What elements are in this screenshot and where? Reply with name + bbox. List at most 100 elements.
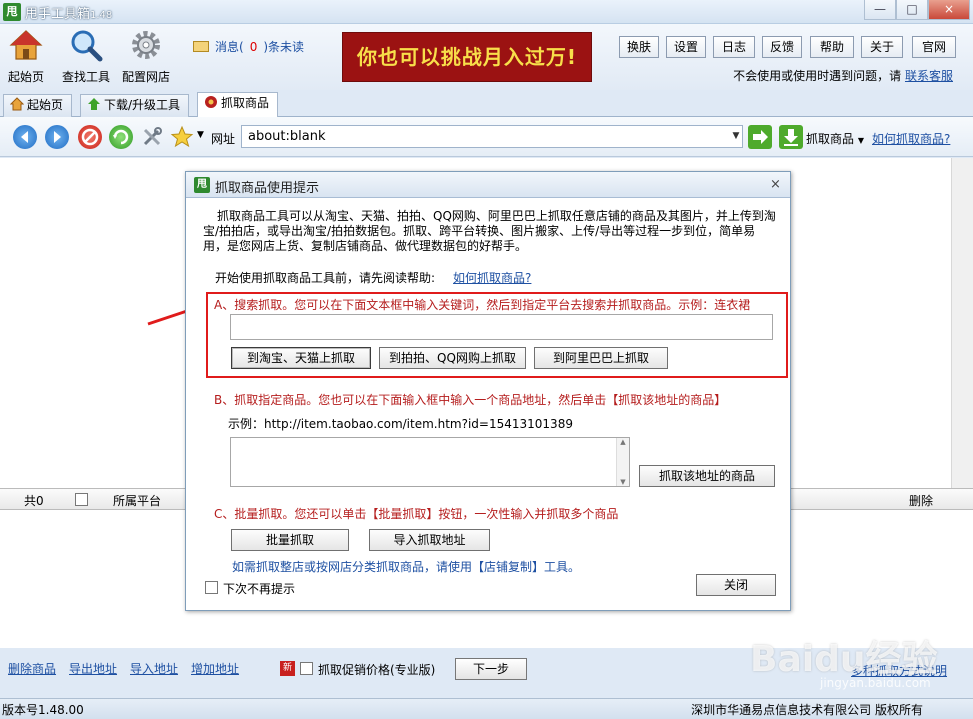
tab-grab-label: 抓取商品 [221, 96, 270, 110]
grab-alibaba-button[interactable]: 到阿里巴巴上抓取 [534, 347, 668, 369]
new-badge: 新 [280, 661, 295, 676]
go-arrow-icon[interactable] [748, 125, 772, 149]
forward-arrow-icon[interactable] [45, 125, 69, 149]
promo-banner[interactable]: 你也可以挑战月入过万! [342, 32, 592, 82]
dialog-intro-text: 抓取商品工具可以从淘宝、天猫、拍拍、QQ网购、阿里巴巴上抓取任意店铺的商品及其图… [203, 209, 776, 253]
find-tools-label: 查找工具 [61, 70, 110, 84]
url-input[interactable] [241, 125, 743, 148]
dialog-logo-icon: 甩 [194, 177, 210, 193]
tab-home-label: 起始页 [27, 98, 64, 112]
app-version: 1.48 [90, 10, 113, 21]
maximize-button[interactable]: □ [896, 0, 928, 20]
dialog-close-button[interactable]: 关闭 [696, 574, 776, 596]
promo-price-label: 抓取促销价格(专业版) [318, 663, 436, 677]
dialog-close-icon[interactable]: × [770, 177, 781, 192]
url-dropdown-icon[interactable]: ▼ [730, 126, 742, 147]
navigation-bar: ▼ 网址 ▼ 抓取商品 ▼ 如何抓取商品? [0, 117, 973, 157]
tab-bar: 起始页 下载/升级工具 抓取商品 [0, 90, 973, 118]
skin-button[interactable]: 换肤 [619, 36, 659, 58]
find-tools-tool[interactable]: 查找工具 [60, 28, 112, 85]
magnifier-icon [69, 28, 103, 62]
grab-goods-label: 抓取商品 [806, 132, 855, 146]
grab-url-goods-button[interactable]: 抓取该地址的商品 [639, 465, 775, 487]
company-text: 深圳市华通易点信息技术有限公司 版权所有 [691, 703, 923, 717]
support-text: 不会使用或使用时遇到问题，请 [733, 69, 902, 83]
settings-button[interactable]: 设置 [666, 36, 706, 58]
help-button[interactable]: 帮助 [810, 36, 854, 58]
dialog-titlebar: 甩 抓取商品使用提示 × [186, 172, 790, 198]
feedback-button[interactable]: 反馈 [762, 36, 802, 58]
messages-link[interactable]: 消息(0)条未读 [193, 38, 304, 55]
grab-goods-dropdown[interactable]: 抓取商品 ▼ [806, 130, 864, 147]
scroll-up-icon[interactable]: ▲ [617, 438, 629, 446]
dont-show-again-label: 下次不再提示 [223, 582, 296, 596]
config-shop-label: 配置网店 [121, 70, 170, 84]
scroll-down-icon[interactable]: ▼ [617, 478, 629, 486]
version-text: 版本号1.48.00 [2, 703, 84, 717]
up-arrow-icon [87, 97, 101, 111]
app-logo-icon: 甩 [3, 3, 21, 21]
grid-platform-header: 所属平台 [113, 494, 162, 508]
url-textarea-scrollbar[interactable]: ▲ ▼ [616, 438, 629, 486]
back-arrow-icon[interactable] [13, 125, 37, 149]
grab-icon [204, 95, 218, 109]
stop-icon[interactable] [78, 125, 102, 149]
grid-total: 共0 [24, 494, 44, 508]
shop-copy-hint: 如需抓取整店或按网店分类抓取商品，请使用【店铺复制】工具。 [232, 560, 581, 574]
app-title: 甩手工具箱1.48 [25, 3, 112, 22]
dont-show-again-checkbox[interactable] [205, 581, 218, 594]
title-bar: 甩 甩手工具箱1.48 — □ × [0, 0, 973, 24]
delete-goods-link[interactable]: 删除商品 [8, 660, 56, 677]
content-scrollbar[interactable] [951, 158, 973, 488]
grab-taobao-button[interactable]: 到淘宝、天猫上抓取 [231, 347, 371, 369]
status-bar: 版本号1.48.00 深圳市华通易点信息技术有限公司 版权所有 [0, 698, 973, 719]
dialog-title: 抓取商品使用提示 [215, 181, 320, 196]
dialog-how-to-link[interactable]: 如何抓取商品? [453, 271, 531, 285]
favorites-dropdown-icon[interactable]: ▼ [197, 130, 204, 140]
main-toolbar: 起始页 查找工具 配置网店 消息(0)条未读 你也可以挑战月入过万! 换肤 设置… [0, 24, 973, 90]
how-to-grab-link[interactable]: 如何抓取商品? [872, 130, 950, 147]
select-all-checkbox[interactable] [75, 493, 88, 506]
refresh-icon[interactable] [109, 125, 133, 149]
support-line: 不会使用或使用时遇到问题，请 联系客服 [733, 67, 953, 84]
goods-url-textarea[interactable] [230, 437, 630, 487]
tab-grab-goods[interactable]: 抓取商品 [197, 92, 279, 118]
gear-icon [129, 28, 163, 62]
favorites-star-icon[interactable] [170, 125, 194, 149]
house-icon [9, 28, 43, 62]
chevron-down-icon: ▼ [857, 136, 864, 145]
config-shop-tool[interactable]: 配置网店 [120, 28, 172, 85]
home-tool[interactable]: 起始页 [6, 28, 46, 85]
contact-support-link[interactable]: 联系客服 [905, 69, 953, 83]
section-b-title: B、抓取指定商品。您也可以在下面输入框中输入一个商品地址，然后单击【抓取该地址的… [214, 393, 727, 407]
house-icon [9, 97, 25, 111]
envelope-icon [193, 41, 209, 52]
section-a-title: A、搜索抓取。您可以在下面文本框中输入关键词，然后到指定平台去搜索并抓取商品。示… [214, 298, 751, 312]
import-url-link[interactable]: 导入地址 [130, 660, 178, 677]
minimize-button[interactable]: — [864, 0, 896, 20]
tab-download-upgrade[interactable]: 下载/升级工具 [80, 94, 190, 117]
export-url-link[interactable]: 导出地址 [69, 660, 117, 677]
baidu-watermark-url: jingyan.baidu.com [820, 676, 931, 690]
download-arrow-icon[interactable] [779, 125, 803, 149]
tools-icon[interactable] [140, 125, 164, 149]
next-step-button[interactable]: 下一步 [455, 658, 527, 680]
home-label: 起始页 [7, 70, 44, 84]
log-button[interactable]: 日志 [713, 36, 755, 58]
tab-download-label: 下载/升级工具 [104, 98, 181, 112]
messages-prefix: 消息( [215, 40, 244, 54]
app-title-text: 甩手工具箱 [25, 7, 91, 22]
tab-home[interactable]: 起始页 [3, 94, 73, 117]
about-button[interactable]: 关于 [861, 36, 903, 58]
import-grab-urls-button[interactable]: 导入抓取地址 [369, 529, 490, 551]
add-url-link[interactable]: 增加地址 [191, 660, 239, 677]
website-button[interactable]: 官网 [912, 36, 956, 58]
section-c-title: C、批量抓取。您还可以单击【批量抓取】按钮，一次性输入并抓取多个商品 [214, 507, 619, 521]
messages-suffix: )条未读 [263, 40, 305, 54]
batch-grab-button[interactable]: 批量抓取 [231, 529, 349, 551]
grab-paipai-button[interactable]: 到拍拍、QQ网购上抓取 [379, 347, 526, 369]
keyword-search-input[interactable] [230, 314, 773, 340]
promo-price-checkbox[interactable] [300, 662, 313, 675]
url-label: 网址 [211, 132, 236, 146]
window-close-button[interactable]: × [928, 0, 970, 20]
